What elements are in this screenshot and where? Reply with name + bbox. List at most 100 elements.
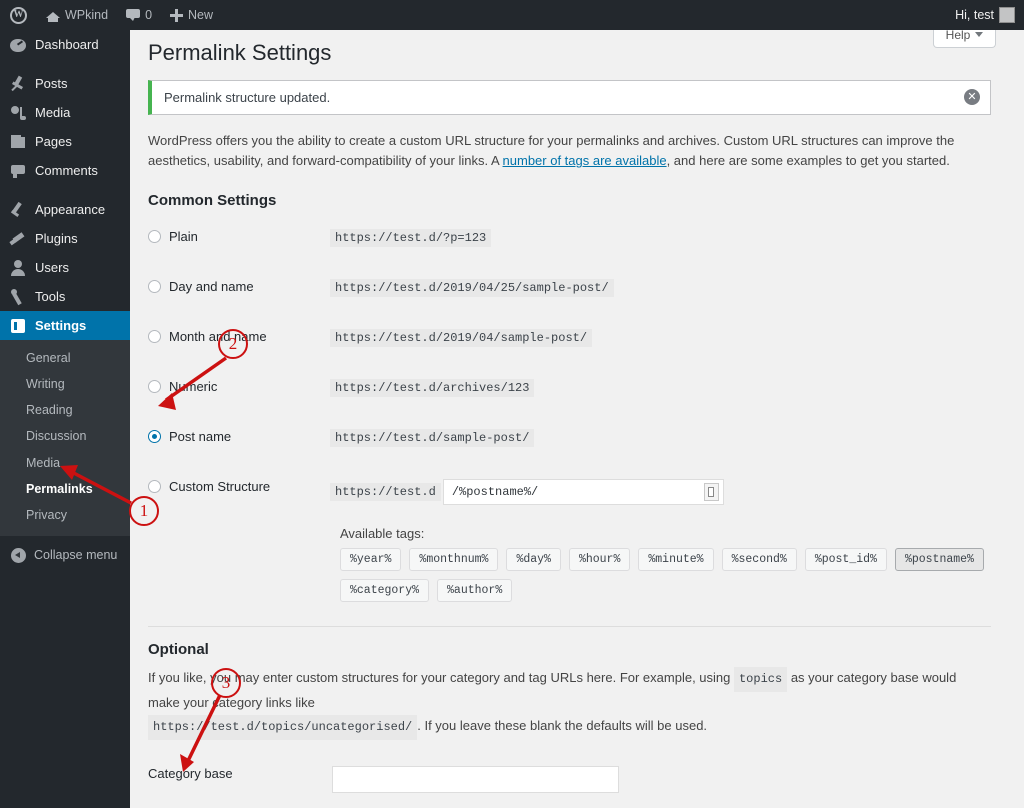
tag-button-year[interactable]: %year% xyxy=(340,548,402,572)
collapse-menu-button[interactable]: Collapse menu xyxy=(0,536,130,563)
tag-button-second[interactable]: %second% xyxy=(721,548,797,572)
tag-button-minute[interactable]: %minute% xyxy=(638,548,714,572)
common-settings-table: Plain https://test.d/?p=123 Day and name… xyxy=(148,215,1004,603)
pin-icon xyxy=(9,75,27,93)
post-name-example-url: https://test.d/sample-post/ xyxy=(330,429,535,448)
custom-structure-prefix: https://test.d xyxy=(330,483,441,502)
comments-count: 0 xyxy=(145,8,153,22)
day-and-name-radio[interactable] xyxy=(148,280,161,294)
month-and-name-radio[interactable] xyxy=(148,330,161,344)
submenu-item-privacy[interactable]: Privacy xyxy=(0,502,130,528)
option-label-text: Plain xyxy=(169,229,198,245)
sidebar-item-label: Plugins xyxy=(35,231,78,246)
my-account-menu[interactable]: Hi, test xyxy=(946,0,1024,30)
greeting-label: Hi, test xyxy=(955,8,994,22)
option-label-month-and-name[interactable]: Month and name xyxy=(148,329,330,344)
collapse-menu-label: Collapse menu xyxy=(34,548,118,563)
submenu-item-reading[interactable]: Reading xyxy=(0,397,130,423)
sidebar-item-plugins[interactable]: Plugins xyxy=(0,224,130,253)
wrench-icon xyxy=(9,288,27,306)
optional-code-example-url: https://test.d/topics/uncategorised/ xyxy=(148,714,418,740)
option-label-text: Post name xyxy=(169,429,232,445)
tag-button-category[interactable]: %category% xyxy=(340,579,430,603)
new-content-menu[interactable]: New xyxy=(161,0,222,30)
tag-button-author[interactable]: %author% xyxy=(437,579,513,603)
collapse-arrow-icon xyxy=(11,547,26,563)
available-tags-link[interactable]: number of tags are available xyxy=(503,153,667,168)
tag-button-hour[interactable]: %hour% xyxy=(568,548,631,572)
option-row-month-and-name: Month and name https://test.d/2019/04/sa… xyxy=(148,315,1004,365)
numeric-radio[interactable] xyxy=(148,380,161,394)
sidebar-item-label: Comments xyxy=(35,163,98,178)
sidebar-item-label: Media xyxy=(35,105,71,120)
sidebar-item-label: Settings xyxy=(35,318,87,333)
site-name-menu[interactable]: WPkind xyxy=(37,0,117,30)
pages-icon xyxy=(9,133,27,151)
site-name-label: WPkind xyxy=(65,8,109,22)
sidebar-item-comments[interactable]: Comments xyxy=(0,156,130,185)
dashboard-icon xyxy=(9,36,27,54)
submenu-item-permalinks[interactable]: Permalinks xyxy=(0,476,130,502)
submenu-item-general[interactable]: General xyxy=(0,345,130,371)
option-label-custom-structure[interactable]: Custom Structure xyxy=(148,479,330,494)
chevron-down-icon xyxy=(975,32,984,37)
comment-bubble-icon xyxy=(126,9,141,21)
intro-text-part2: , and here are some examples to get you … xyxy=(666,153,950,169)
admin-bar: WPkind 0 New Hi, test xyxy=(0,0,1024,30)
category-base-input[interactable] xyxy=(332,765,619,793)
custom-structure-input[interactable]: /%postname%/ xyxy=(442,479,724,506)
page-title: Permalink Settings xyxy=(148,40,332,65)
sidebar-item-label: Users xyxy=(35,260,69,275)
plug-icon xyxy=(9,230,27,248)
sidebar-item-tools[interactable]: Tools xyxy=(0,282,130,311)
sidebar-item-users[interactable]: Users xyxy=(0,253,130,282)
sidebar-item-appearance[interactable]: Appearance xyxy=(0,195,130,224)
option-label-text: Month and name xyxy=(169,329,267,345)
help-tab-label: Help xyxy=(945,30,971,42)
sidebar-item-settings[interactable]: Settings xyxy=(0,311,138,340)
plain-radio[interactable] xyxy=(148,230,161,244)
notice-message: Permalink structure updated. xyxy=(164,89,331,105)
option-label-text: Numeric xyxy=(169,379,218,395)
sidebar-item-dashboard[interactable]: Dashboard xyxy=(0,30,130,59)
sidebar-divider xyxy=(0,59,130,69)
tag-button-monthnum[interactable]: %monthnum% xyxy=(409,548,499,572)
submenu-item-writing[interactable]: Writing xyxy=(0,371,130,397)
submenu-item-media[interactable]: Media xyxy=(0,450,130,476)
month-and-name-example-url: https://test.d/2019/04/sample-post/ xyxy=(330,329,593,348)
tag-button-post-id[interactable]: %post_id% xyxy=(804,548,887,572)
option-label-plain[interactable]: Plain xyxy=(148,229,330,244)
option-row-numeric: Numeric https://test.d/archives/123 xyxy=(148,365,1004,415)
section-divider xyxy=(148,626,991,628)
sidebar-item-media[interactable]: Media xyxy=(0,98,130,127)
option-row-plain: Plain https://test.d/?p=123 xyxy=(148,215,1004,265)
settings-icon xyxy=(9,317,27,335)
tag-base-row: Tag base xyxy=(148,800,1004,808)
help-tab-button[interactable]: Help xyxy=(933,30,996,48)
wordpress-logo-menu[interactable] xyxy=(0,0,37,30)
comments-menu[interactable]: 0 xyxy=(117,0,161,30)
tag-button-day[interactable]: %day% xyxy=(506,548,561,572)
option-label-day-and-name[interactable]: Day and name xyxy=(148,279,330,294)
option-row-post-name: Post name https://test.d/sample-post/ xyxy=(148,415,1004,465)
post-name-radio[interactable] xyxy=(148,430,161,444)
available-tags-list: %year% %monthnum% %day% %hour% %minute% … xyxy=(340,548,1010,603)
sidebar-item-posts[interactable]: Posts xyxy=(0,69,130,98)
custom-structure-field-group: https://test.d /%postname%/ xyxy=(330,479,724,506)
brush-icon xyxy=(9,201,27,219)
option-label-numeric[interactable]: Numeric xyxy=(148,379,330,394)
optional-description: If you like, you may enter custom struct… xyxy=(148,667,991,740)
insert-icon[interactable] xyxy=(703,483,719,502)
wordpress-logo-icon xyxy=(10,6,27,24)
submenu-item-discussion[interactable]: Discussion xyxy=(0,423,130,449)
close-circle-icon[interactable]: ✕ xyxy=(964,89,980,106)
sidebar-item-label: Appearance xyxy=(35,202,106,217)
custom-structure-radio[interactable] xyxy=(148,480,161,494)
sidebar-item-pages[interactable]: Pages xyxy=(0,127,130,156)
optional-text-part1: If you like, you may enter custom struct… xyxy=(148,670,734,686)
tag-button-postname[interactable]: %postname% xyxy=(894,548,984,572)
option-row-custom-structure: Custom Structure https://test.d /%postna… xyxy=(148,465,1004,515)
comment-icon xyxy=(9,162,27,180)
option-label-post-name[interactable]: Post name xyxy=(148,429,330,444)
day-and-name-example-url: https://test.d/2019/04/25/sample-post/ xyxy=(330,279,614,298)
